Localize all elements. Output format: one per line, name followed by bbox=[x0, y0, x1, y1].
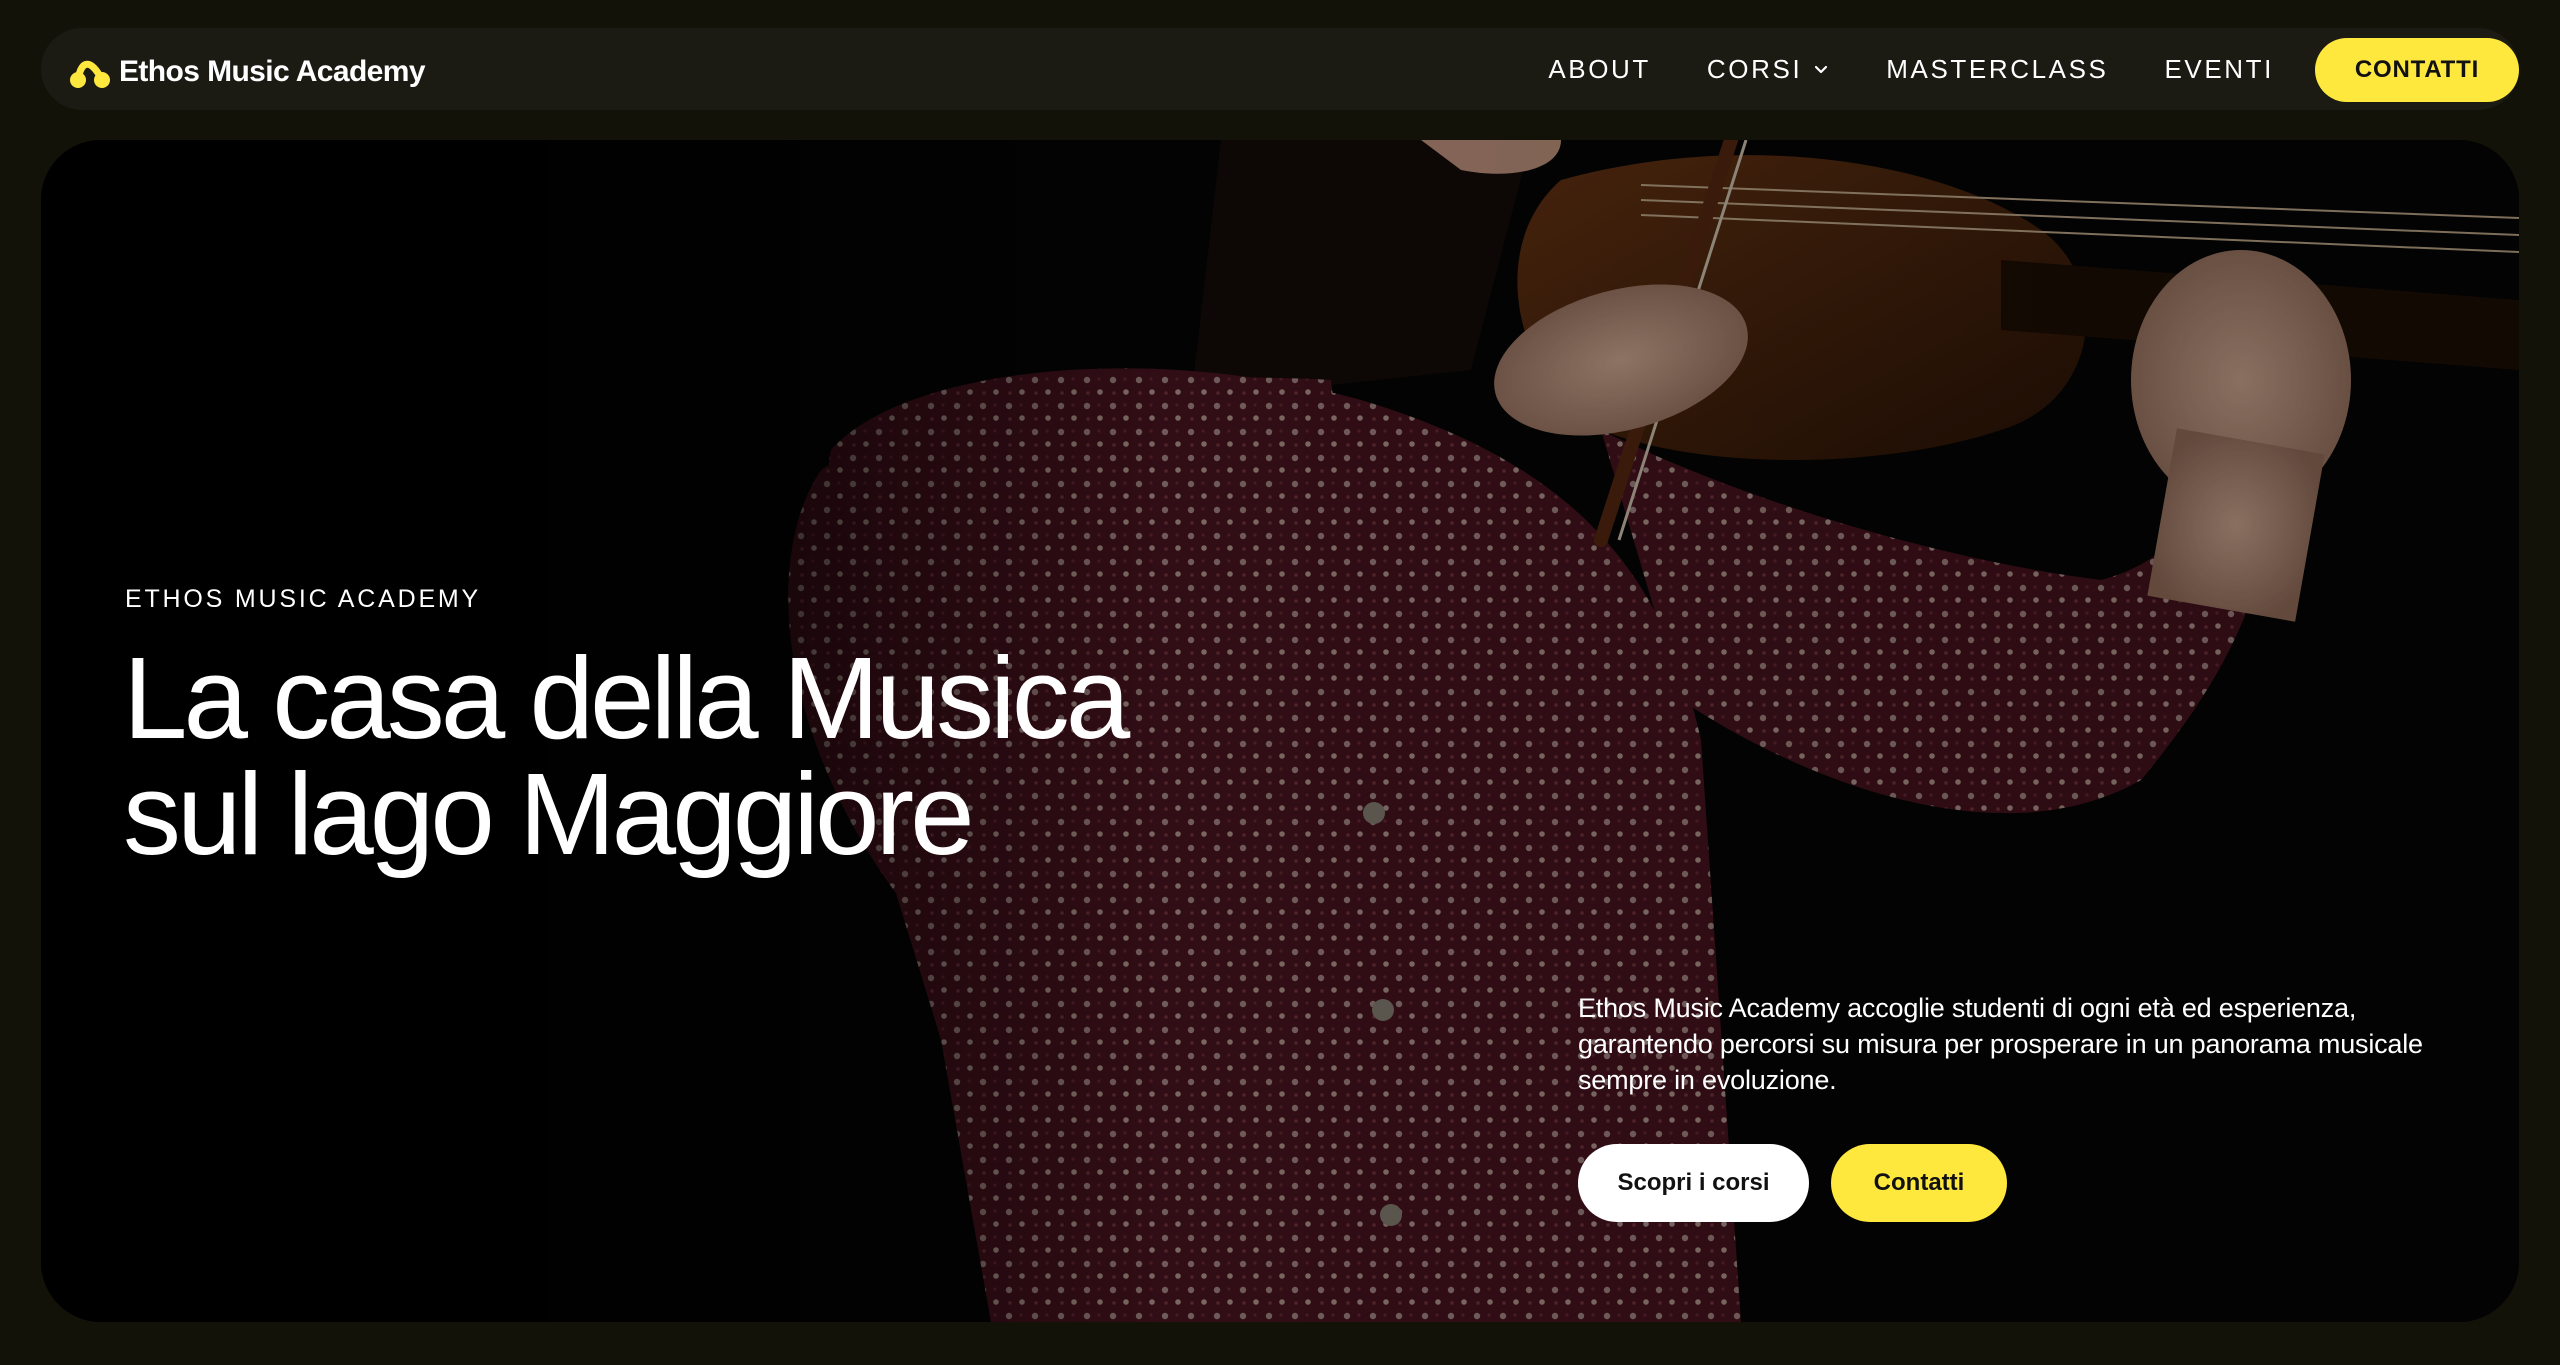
contact-button[interactable]: Contatti bbox=[1831, 1144, 2007, 1222]
contact-cta-button[interactable]: CONTATTI bbox=[2315, 38, 2519, 102]
nav-link-eventi[interactable]: EVENTI bbox=[2164, 54, 2274, 85]
nav-link-about[interactable]: ABOUT bbox=[1548, 54, 1651, 85]
chevron-down-icon bbox=[1815, 65, 1828, 74]
brand-logo[interactable]: Ethos Music Academy bbox=[69, 54, 426, 90]
nav-link-masterclass[interactable]: MASTERCLASS bbox=[1886, 54, 2108, 85]
hero-title: La casa della Musica sul lago Maggiore bbox=[123, 640, 1323, 872]
main-nav: ABOUT CORSI MASTERCLASS EVENTI bbox=[1548, 28, 2274, 110]
hero-eyebrow: ETHOS MUSIC ACADEMY bbox=[125, 585, 482, 613]
music-note-icon bbox=[70, 60, 110, 88]
hero-actions: Scopri i corsi Contatti bbox=[1578, 1144, 2007, 1222]
nav-link-corsi[interactable]: CORSI bbox=[1707, 54, 1830, 85]
hero-section: ETHOS MUSIC ACADEMY La casa della Musica… bbox=[41, 140, 2519, 1322]
hero-title-line-1: La casa della Musica bbox=[123, 633, 1130, 763]
nav-link-corsi-label: CORSI bbox=[1706, 53, 1803, 84]
hero-description: Ethos Music Academy accoglie studenti di… bbox=[1578, 993, 2423, 1095]
hero-title-line-2: sul lago Maggiore bbox=[123, 749, 975, 879]
navbar: Ethos Music Academy ABOUT CORSI MASTERCL… bbox=[41, 28, 2519, 110]
brand-name: Ethos Music Academy bbox=[119, 55, 426, 88]
discover-courses-button[interactable]: Scopri i corsi bbox=[1578, 1144, 1809, 1222]
